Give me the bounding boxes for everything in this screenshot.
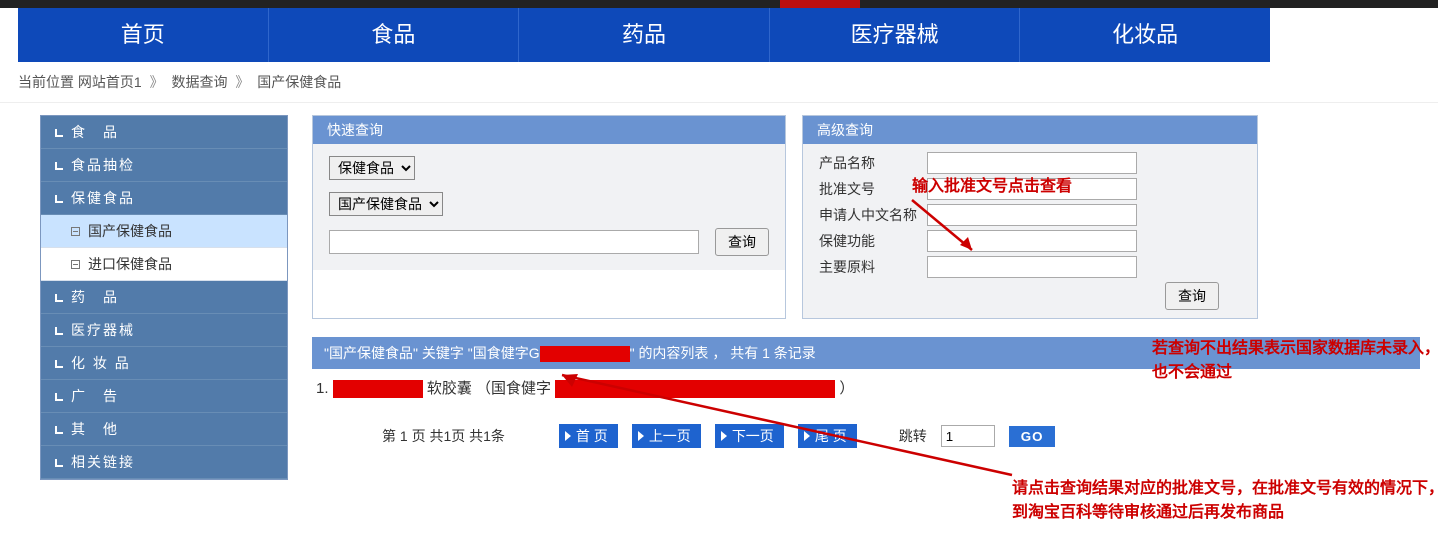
sidebar-item-label: 食品抽检 xyxy=(71,157,135,173)
result-item[interactable]: 1. 软胶囊 （国食健字 ） xyxy=(312,369,1420,406)
main: 快速查询 保健食品 国产保健食品 查询 高级查询 产品名称 批准文号 申请人中文… xyxy=(312,115,1420,480)
nav-device[interactable]: 医疗器械 xyxy=(770,8,1021,62)
box-icon xyxy=(71,227,80,236)
sidebar-item-device[interactable]: 医疗器械 xyxy=(41,314,287,347)
result-end: ） xyxy=(839,380,854,397)
arrow-icon xyxy=(55,195,63,203)
adv-input-material[interactable] xyxy=(927,256,1137,278)
sidebar-item-import-health[interactable]: 进口保健食品 xyxy=(41,248,287,281)
redacted-text xyxy=(333,380,423,398)
advanced-query-panel: 高级查询 产品名称 批准文号 申请人中文名称 保健功能 主要原料 查询 xyxy=(802,115,1258,319)
pager-jump-input[interactable] xyxy=(941,425,995,447)
quick-query-panel: 快速查询 保健食品 国产保健食品 查询 xyxy=(312,115,786,319)
breadcrumb-label: 当前位置 xyxy=(18,74,74,90)
pager-label: 上一页 xyxy=(649,426,691,446)
breadcrumb-query[interactable]: 数据查询 xyxy=(171,74,227,90)
results-header-prefix: "国产保健食品" 关键字 "国食健字G xyxy=(324,345,540,361)
adv-label-approval: 批准文号 xyxy=(819,179,927,199)
quick-subcategory-select[interactable]: 国产保健食品 xyxy=(329,192,443,216)
triangle-icon xyxy=(721,431,727,441)
annotation-click-hint: 请点击查询结果对应的批准文号，在批准文号有效的情况下，根据查询结果提交到淘宝百科… xyxy=(1012,477,1438,525)
adv-input-product[interactable] xyxy=(927,152,1137,174)
top-bar xyxy=(0,0,1438,8)
content: 食 品 食品抽检 保健食品 国产保健食品 进口保健食品 药 品 医疗器械 化 妆… xyxy=(0,103,1438,480)
arrow-icon xyxy=(55,360,63,368)
sidebar-item-label: 相关链接 xyxy=(71,454,135,470)
panels: 快速查询 保健食品 国产保健食品 查询 高级查询 产品名称 批准文号 申请人中文… xyxy=(312,115,1420,319)
sidebar-item-ad[interactable]: 广 告 xyxy=(41,380,287,413)
pager-label: 尾 页 xyxy=(815,426,847,446)
breadcrumb-sep-icon: 》 xyxy=(150,74,164,90)
results: "国产保健食品" 关键字 "国食健字G " 的内容列表 ， 共有 1 条记录 1.… xyxy=(312,337,1420,448)
adv-label-applicant: 申请人中文名称 xyxy=(819,205,927,225)
adv-input-applicant[interactable] xyxy=(927,204,1137,226)
sidebar-item-food[interactable]: 食 品 xyxy=(41,116,287,149)
breadcrumb-sep-icon: 》 xyxy=(235,74,249,90)
sidebar-item-label: 保健食品 xyxy=(71,190,135,206)
triangle-icon xyxy=(638,431,644,441)
quick-keyword-input[interactable] xyxy=(329,230,699,254)
result-text: 软胶囊 （国食健字 xyxy=(427,380,551,397)
quick-query-title: 快速查询 xyxy=(313,116,785,144)
box-icon xyxy=(71,260,80,269)
pager-label: 下一页 xyxy=(732,426,774,446)
sidebar-item-label: 药 品 xyxy=(71,289,119,305)
nav-home[interactable]: 首页 xyxy=(18,8,269,62)
arrow-icon xyxy=(55,129,63,137)
arrow-icon xyxy=(55,393,63,401)
sidebar-item-label: 化 妆 品 xyxy=(71,355,131,371)
sidebar: 食 品 食品抽检 保健食品 国产保健食品 进口保健食品 药 品 医疗器械 化 妆… xyxy=(40,115,288,480)
adv-input-function[interactable] xyxy=(927,230,1137,252)
arrow-icon xyxy=(55,459,63,467)
pager-info: 第 1 页 共1页 共1条 xyxy=(382,426,505,446)
pager-last-button[interactable]: 尾 页 xyxy=(798,424,857,448)
nav-drug[interactable]: 药品 xyxy=(519,8,770,62)
results-header-suffix: " 的内容列表 ， 共有 1 条记录 xyxy=(630,345,816,361)
pager-jump-label: 跳转 xyxy=(899,426,927,446)
breadcrumb: 当前位置 网站首页1 》 数据查询 》 国产保健食品 xyxy=(0,62,1438,103)
triangle-icon xyxy=(565,431,571,441)
pager-next-button[interactable]: 下一页 xyxy=(715,424,784,448)
sidebar-item-label: 其 他 xyxy=(71,421,119,437)
sidebar-item-health-food[interactable]: 保健食品 xyxy=(41,182,287,215)
pager-first-button[interactable]: 首 页 xyxy=(559,424,618,448)
sidebar-item-domestic-health[interactable]: 国产保健食品 xyxy=(41,215,287,248)
adv-label-product: 产品名称 xyxy=(819,153,927,173)
arrow-icon xyxy=(55,294,63,302)
triangle-icon xyxy=(804,431,810,441)
results-header: "国产保健食品" 关键字 "国食健字G " 的内容列表 ， 共有 1 条记录 xyxy=(312,337,1420,369)
arrow-icon xyxy=(55,426,63,434)
advanced-query-title: 高级查询 xyxy=(803,116,1257,144)
redacted-text xyxy=(540,346,630,362)
nav-cosmetic[interactable]: 化妆品 xyxy=(1020,8,1270,62)
sidebar-item-label: 国产保健食品 xyxy=(88,223,172,239)
adv-label-material: 主要原料 xyxy=(819,257,927,277)
redacted-text xyxy=(555,380,835,398)
sidebar-item-label: 食 品 xyxy=(71,124,119,140)
sidebar-item-label: 广 告 xyxy=(71,388,119,404)
quick-search-button[interactable]: 查询 xyxy=(715,228,769,256)
sidebar-item-food-check[interactable]: 食品抽检 xyxy=(41,149,287,182)
result-index: 1. xyxy=(316,380,329,397)
arrow-icon xyxy=(55,327,63,335)
sidebar-item-label: 医疗器械 xyxy=(71,322,135,338)
advanced-search-button[interactable]: 查询 xyxy=(1165,282,1219,310)
sidebar-item-other[interactable]: 其 他 xyxy=(41,413,287,446)
sidebar-item-drug[interactable]: 药 品 xyxy=(41,281,287,314)
pager-go-button[interactable]: GO xyxy=(1009,426,1056,447)
sidebar-item-cosmetic[interactable]: 化 妆 品 xyxy=(41,347,287,380)
pager-label: 首 页 xyxy=(576,426,608,446)
pager: 第 1 页 共1页 共1条 首 页 上一页 下一页 尾 页 跳转 GO xyxy=(312,406,1420,448)
adv-label-function: 保健功能 xyxy=(819,231,927,251)
pager-prev-button[interactable]: 上一页 xyxy=(632,424,701,448)
sidebar-item-label: 进口保健食品 xyxy=(88,256,172,272)
arrow-icon xyxy=(55,162,63,170)
sidebar-item-links[interactable]: 相关链接 xyxy=(41,446,287,479)
breadcrumb-current: 国产保健食品 xyxy=(257,74,341,90)
main-nav: 首页 食品 药品 医疗器械 化妆品 xyxy=(18,8,1270,62)
quick-category-select[interactable]: 保健食品 xyxy=(329,156,415,180)
breadcrumb-home[interactable]: 网站首页1 xyxy=(78,74,142,90)
nav-food[interactable]: 食品 xyxy=(269,8,520,62)
adv-input-approval[interactable] xyxy=(927,178,1137,200)
